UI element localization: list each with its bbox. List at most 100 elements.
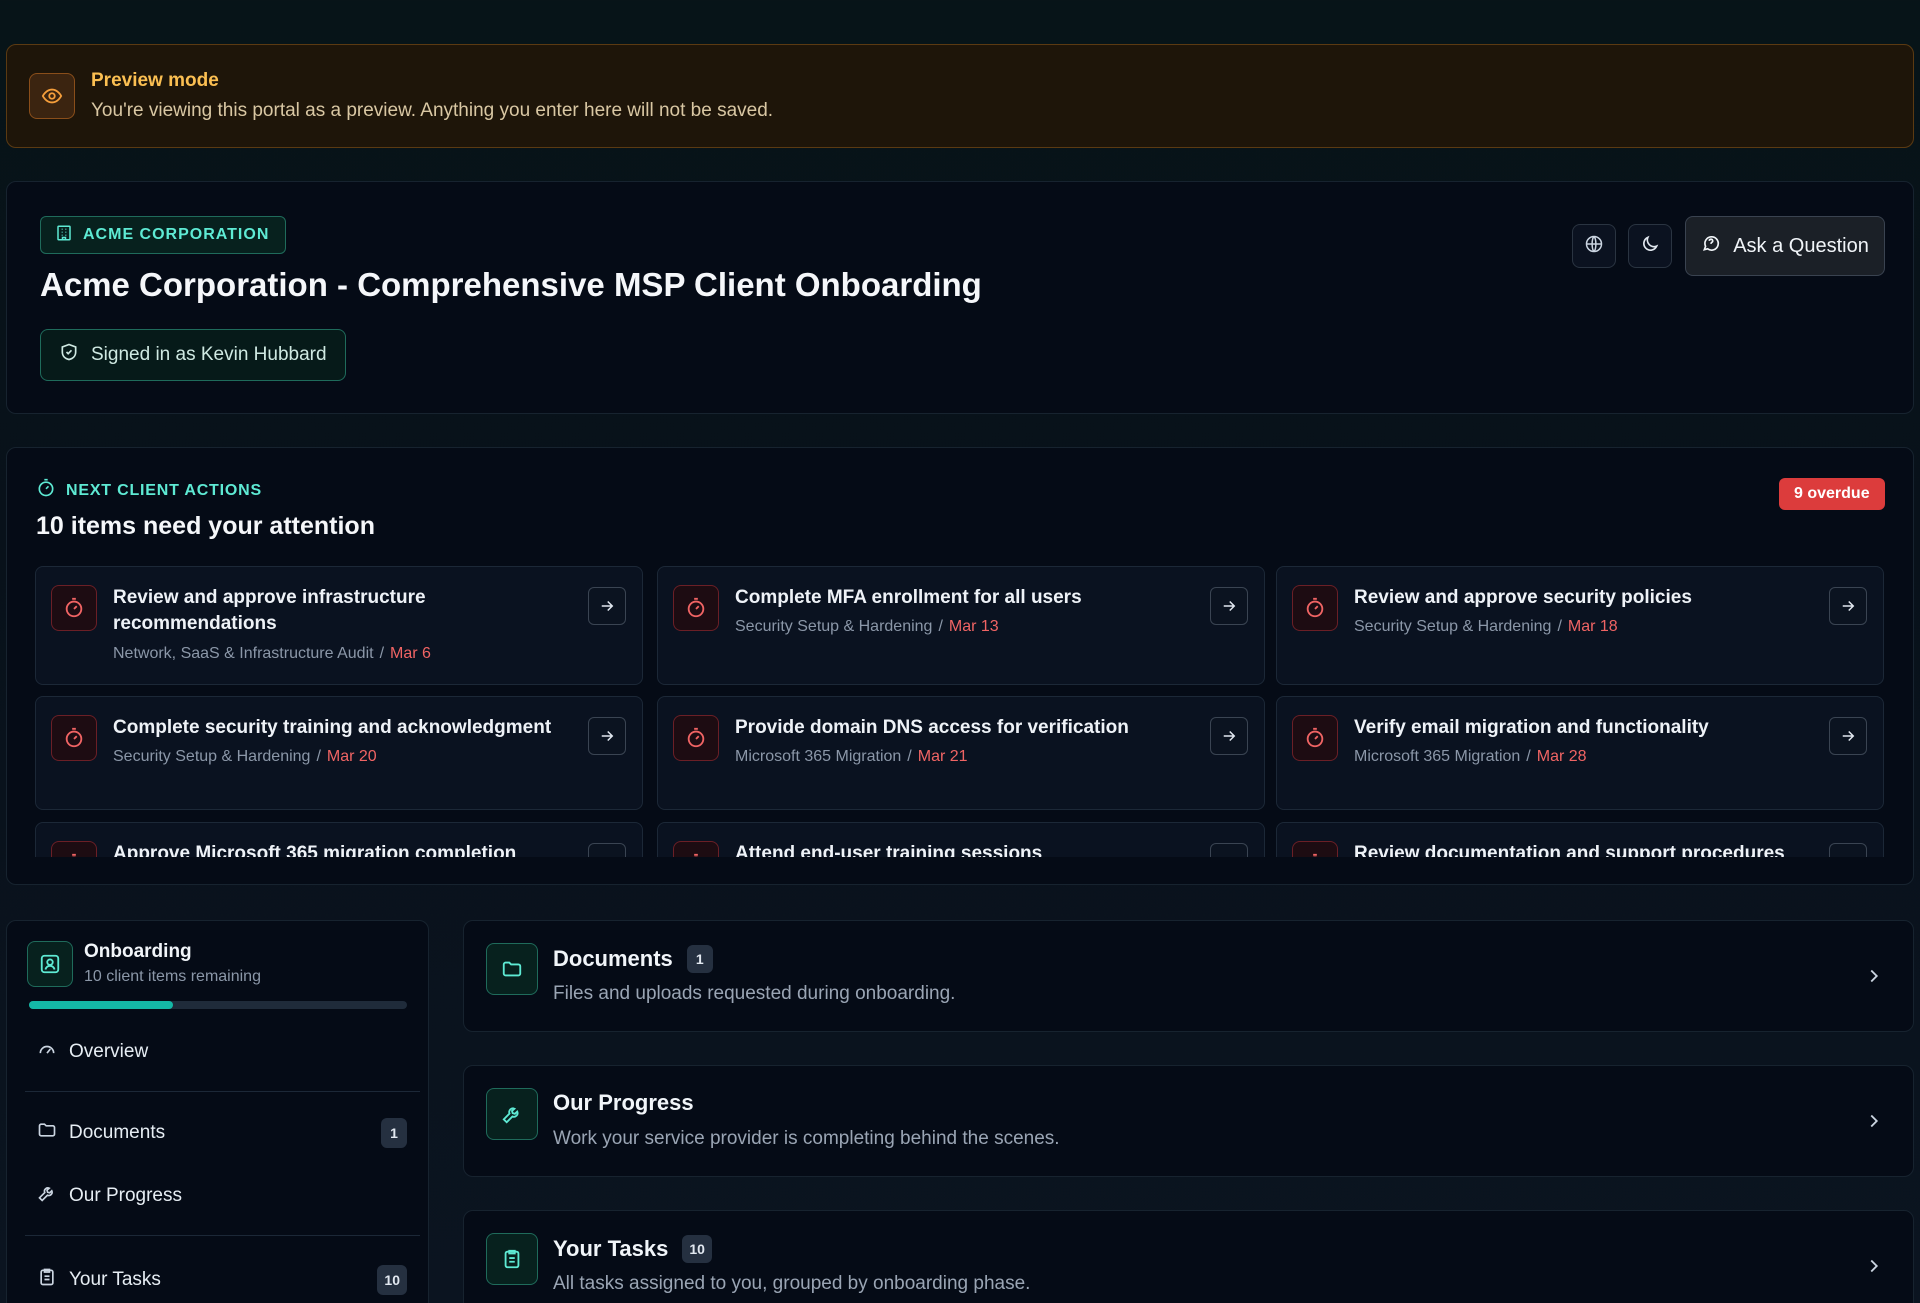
org-name: ACME CORPORATION: [83, 226, 270, 243]
section-description: Work your service provider is completing…: [553, 1128, 1060, 1149]
action-item[interactable]: Provide domain DNS access for verificati…: [657, 696, 1265, 810]
moon-icon: [1640, 234, 1660, 259]
action-item[interactable]: Complete MFA enrollment for all users Se…: [657, 566, 1265, 685]
action-title: Provide domain DNS access for verificati…: [735, 717, 1129, 738]
org-badge: ACME CORPORATION: [40, 216, 287, 254]
onboarding-sidebar: Onboarding 10 client items remaining Ove…: [6, 920, 429, 1303]
sidebar-item-label: Documents: [69, 1122, 166, 1143]
documents-count-badge: 1: [381, 1118, 407, 1148]
section-description: Files and uploads requested during onboa…: [553, 983, 956, 1004]
section-description: All tasks assigned to you, grouped by on…: [553, 1273, 1031, 1294]
action-title: Review and approve security policies: [1354, 587, 1692, 608]
signed-in-text: Signed in as Kevin Hubbard: [91, 344, 327, 365]
action-item[interactable]: Attend end-user training sessions: [657, 822, 1265, 857]
action-meta: Security Setup & Hardening / Mar 18: [1354, 618, 1618, 635]
timer-icon: [1292, 841, 1338, 857]
timer-icon: [673, 841, 719, 857]
section-count-badge: 1: [686, 945, 713, 973]
actions-grid: Review and approve infrastructure recomm…: [35, 566, 1887, 857]
action-item[interactable]: Review documentation and support procedu…: [1276, 822, 1884, 857]
clipboard-icon: [37, 1267, 57, 1293]
sidebar-item-documents[interactable]: Documents 1: [37, 1118, 407, 1148]
ask-question-button[interactable]: Ask a Question: [1685, 216, 1885, 276]
sidebar-item-label: Your Tasks: [69, 1269, 161, 1290]
sidebar-item-your-tasks[interactable]: Your Tasks 10: [37, 1265, 407, 1295]
section-title-row: Our Progress: [553, 1090, 694, 1116]
open-action-button[interactable]: [588, 843, 626, 857]
action-item[interactable]: Complete security training and acknowled…: [35, 696, 643, 810]
action-title: Complete security training and acknowled…: [113, 717, 552, 738]
open-action-button[interactable]: [588, 587, 626, 625]
timer-icon: [51, 585, 97, 631]
banner-title: Preview mode: [91, 70, 219, 91]
action-title: Review and approve infrastructure recomm…: [113, 587, 426, 634]
section-title-row: Your Tasks 10: [553, 1235, 712, 1263]
shield-icon: [59, 342, 79, 368]
action-meta: Microsoft 365 Migration / Mar 28: [1354, 748, 1587, 765]
page-title: Acme Corporation - Comprehensive MSP Cli…: [40, 266, 982, 303]
sidebar-item-overview[interactable]: Overview: [37, 1039, 407, 1065]
action-item[interactable]: Verify email migration and functionality…: [1276, 696, 1884, 810]
user-pin-icon: [27, 941, 73, 987]
timer-icon: [51, 841, 97, 857]
sidebar-divider: [25, 1091, 420, 1092]
open-action-button[interactable]: [1829, 717, 1867, 755]
folder-icon: [486, 943, 538, 995]
section-title: Our Progress: [553, 1090, 694, 1115]
next-actions-heading: 10 items need your attention: [36, 512, 375, 540]
sidebar-item-label: Our Progress: [69, 1185, 182, 1206]
action-meta: Security Setup & Hardening / Mar 20: [113, 748, 377, 765]
theme-toggle-button[interactable]: [1628, 224, 1672, 268]
action-item[interactable]: Review and approve infrastructure recomm…: [35, 566, 643, 685]
action-title: Complete MFA enrollment for all users: [735, 587, 1082, 608]
open-action-button[interactable]: [1829, 843, 1867, 857]
open-action-button[interactable]: [1210, 717, 1248, 755]
header-card: ACME CORPORATION Acme Corporation - Comp…: [6, 181, 1914, 414]
action-title: Verify email migration and functionality: [1354, 717, 1709, 738]
timer-icon: [1292, 715, 1338, 761]
action-item[interactable]: Review and approve security policies Sec…: [1276, 566, 1884, 685]
action-meta: Network, SaaS & Infrastructure Audit / Mar…: [113, 645, 431, 662]
timer-icon: [1292, 585, 1338, 631]
signed-in-badge: Signed in as Kevin Hubbard: [40, 329, 346, 381]
chevron-right-icon: [1863, 1110, 1885, 1137]
section-title: Your Tasks: [553, 1236, 669, 1261]
action-title: Attend end-user training sessions: [735, 843, 1043, 857]
language-button[interactable]: [1572, 224, 1616, 268]
clipboard-icon: [486, 1233, 538, 1285]
open-action-button[interactable]: [1210, 587, 1248, 625]
section-our-progress[interactable]: Our Progress Work your service provider …: [463, 1065, 1914, 1177]
help-bubble-icon: [1701, 233, 1721, 259]
next-actions-label: NEXT CLIENT ACTIONS: [36, 478, 262, 503]
timer-icon: [673, 715, 719, 761]
timer-icon: [673, 585, 719, 631]
section-title-row: Documents 1: [553, 945, 713, 973]
tasks-count-badge: 10: [377, 1265, 407, 1295]
open-action-button[interactable]: [1210, 843, 1248, 857]
action-meta: Microsoft 365 Migration / Mar 21: [735, 748, 968, 765]
progress-fill: [29, 1001, 173, 1009]
chevron-right-icon: [1863, 965, 1885, 992]
open-action-button[interactable]: [588, 717, 626, 755]
next-actions-card: NEXT CLIENT ACTIONS 10 items need your a…: [6, 447, 1914, 885]
preview-banner: Preview mode You're viewing this portal …: [6, 44, 1914, 148]
sidebar-title: Onboarding: [84, 941, 192, 962]
sidebar-item-our-progress[interactable]: Our Progress: [37, 1183, 407, 1209]
action-item[interactable]: Approve Microsoft 365 migration completi…: [35, 822, 643, 857]
section-count-badge: 10: [682, 1235, 712, 1263]
chevron-right-icon: [1863, 1255, 1885, 1282]
eye-icon: [29, 73, 75, 119]
section-title: Documents: [553, 946, 673, 971]
sidebar-subtitle: 10 client items remaining: [84, 968, 261, 985]
wrench-icon: [37, 1183, 57, 1209]
action-title: Approve Microsoft 365 migration completi…: [113, 843, 517, 857]
timer-icon: [51, 715, 97, 761]
open-action-button[interactable]: [1829, 587, 1867, 625]
section-your-tasks[interactable]: Your Tasks 10 All tasks assigned to you,…: [463, 1210, 1914, 1303]
wrench-icon: [486, 1088, 538, 1140]
sidebar-divider: [25, 1235, 420, 1236]
action-meta: Security Setup & Hardening / Mar 13: [735, 618, 999, 635]
building-icon: [55, 224, 73, 247]
section-documents[interactable]: Documents 1 Files and uploads requested …: [463, 920, 1914, 1032]
timer-icon: [36, 478, 56, 503]
